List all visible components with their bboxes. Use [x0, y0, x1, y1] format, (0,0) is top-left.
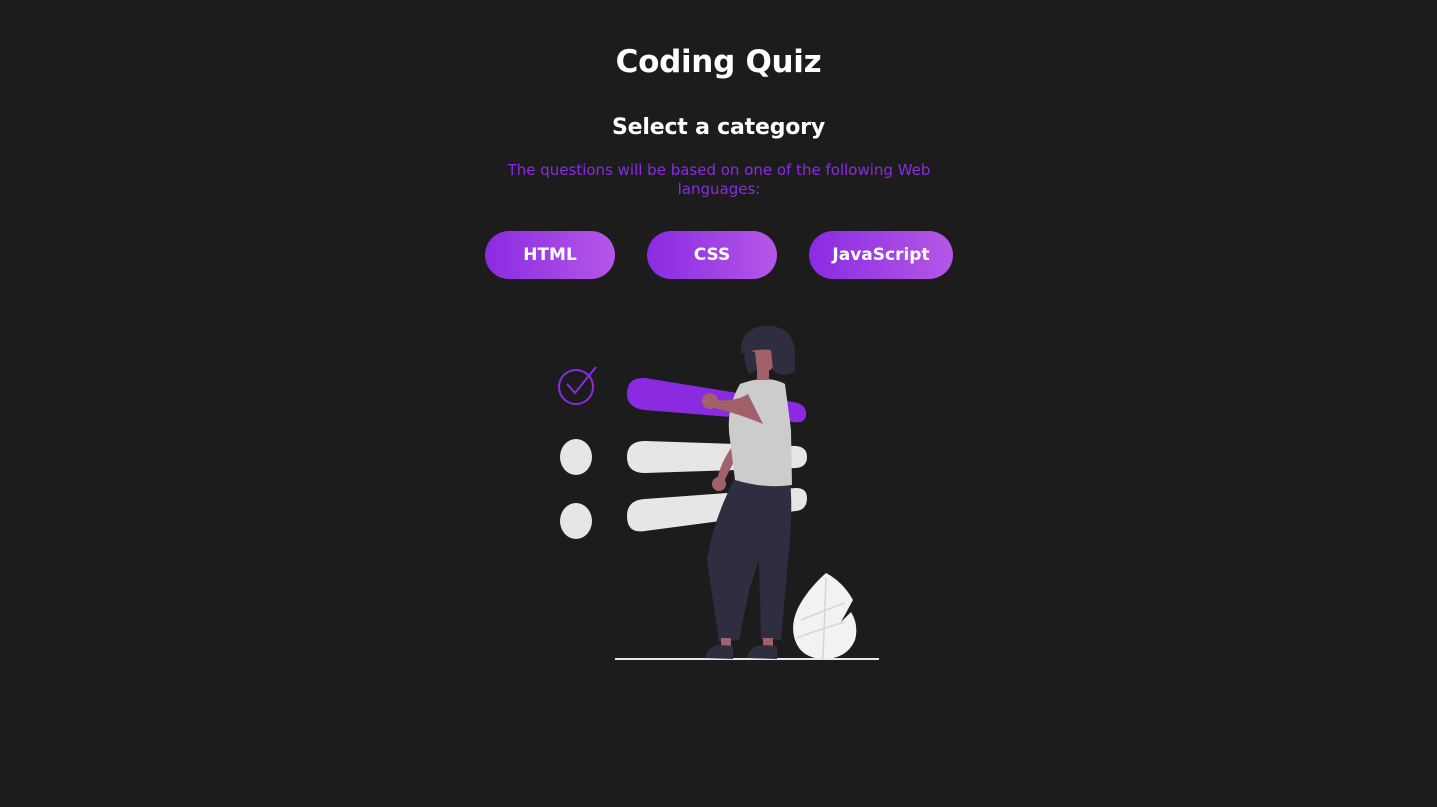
leaf-plant-icon — [793, 573, 857, 660]
css-category-button[interactable]: CSS — [647, 231, 777, 279]
empty-circle-icon — [560, 503, 592, 539]
page-title: Coding Quiz — [615, 44, 822, 80]
person-figure — [702, 326, 795, 659]
quiz-illustration — [558, 326, 879, 660]
javascript-category-button[interactable]: JavaScript — [809, 231, 953, 279]
empty-circle-icon — [560, 439, 592, 475]
html-category-button[interactable]: HTML — [485, 231, 615, 279]
quiz-start-page: Coding Quiz Select a category The questi… — [0, 0, 1437, 807]
category-description: The questions will be based on one of th… — [507, 161, 931, 198]
category-heading: Select a category — [612, 115, 825, 140]
check-circle-icon — [558, 366, 597, 405]
